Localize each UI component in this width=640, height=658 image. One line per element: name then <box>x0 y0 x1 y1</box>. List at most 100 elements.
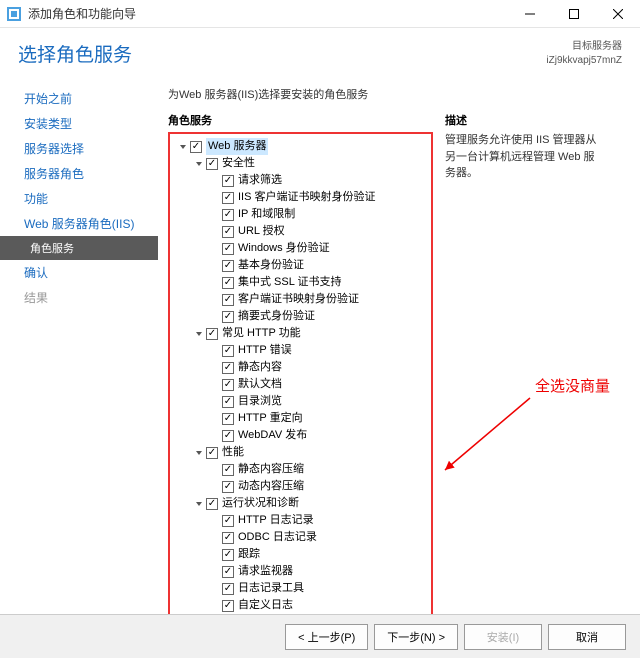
node-label: ODBC 日志记录 <box>238 529 317 546</box>
cancel-button[interactable]: 取消 <box>548 624 626 650</box>
checkbox[interactable] <box>222 430 234 442</box>
node-label: 日志记录工具 <box>238 580 304 597</box>
tree-node[interactable]: 运行状况和诊断 <box>172 495 429 512</box>
checkbox[interactable] <box>222 345 234 357</box>
tree-node[interactable]: 目录浏览 <box>172 393 429 410</box>
checkbox[interactable] <box>222 396 234 408</box>
toggle-spacer <box>210 380 220 390</box>
sidebar: 开始之前安装类型服务器选择服务器角色功能Web 服务器角色(IIS)角色服务确认… <box>0 76 158 624</box>
node-label: 请求监视器 <box>238 563 293 580</box>
sidebar-item[interactable]: 安装类型 <box>0 111 158 136</box>
toggle-spacer <box>210 533 220 543</box>
toggle-spacer <box>210 584 220 594</box>
tree-node[interactable]: 客户端证书映射身份验证 <box>172 291 429 308</box>
sidebar-item[interactable]: 开始之前 <box>0 86 158 111</box>
checkbox[interactable] <box>206 158 218 170</box>
tree-node[interactable]: 请求筛选 <box>172 172 429 189</box>
checkbox[interactable] <box>222 532 234 544</box>
tree-node[interactable]: HTTP 日志记录 <box>172 512 429 529</box>
toggle-spacer <box>210 567 220 577</box>
prev-button[interactable]: < 上一步(P) <box>285 624 368 650</box>
tree-node[interactable]: 集中式 SSL 证书支持 <box>172 274 429 291</box>
tree-node[interactable]: 请求监视器 <box>172 563 429 580</box>
collapse-icon[interactable] <box>194 159 204 169</box>
role-tree[interactable]: Web 服务器安全性请求筛选IIS 客户端证书映射身份验证IP 和域限制URL … <box>168 132 433 622</box>
node-label: HTTP 错误 <box>238 342 292 359</box>
collapse-icon[interactable] <box>178 142 188 152</box>
tree-node[interactable]: WebDAV 发布 <box>172 427 429 444</box>
checkbox[interactable] <box>222 515 234 527</box>
checkbox[interactable] <box>206 447 218 459</box>
node-label: 常见 HTTP 功能 <box>222 325 301 342</box>
tree-node[interactable]: Web 服务器 <box>172 138 429 155</box>
tree-node[interactable]: 性能 <box>172 444 429 461</box>
tree-node[interactable]: IIS 客户端证书映射身份验证 <box>172 189 429 206</box>
checkbox[interactable] <box>222 464 234 476</box>
node-label: WebDAV 发布 <box>238 427 307 444</box>
checkbox[interactable] <box>222 362 234 374</box>
checkbox[interactable] <box>222 209 234 221</box>
collapse-icon[interactable] <box>194 499 204 509</box>
checkbox[interactable] <box>222 175 234 187</box>
node-label: 目录浏览 <box>238 393 282 410</box>
checkbox[interactable] <box>222 294 234 306</box>
checkbox[interactable] <box>222 481 234 493</box>
tree-node[interactable]: 基本身份验证 <box>172 257 429 274</box>
sidebar-item[interactable]: 确认 <box>0 260 158 285</box>
checkbox[interactable] <box>206 328 218 340</box>
target-server: 目标服务器 iZj9kkvapj57mnZ <box>546 40 622 68</box>
tree-node[interactable]: 常见 HTTP 功能 <box>172 325 429 342</box>
checkbox[interactable] <box>222 600 234 612</box>
close-button[interactable] <box>596 0 640 28</box>
checkbox[interactable] <box>222 192 234 204</box>
node-label: 默认文档 <box>238 376 282 393</box>
tree-node[interactable]: 安全性 <box>172 155 429 172</box>
tree-node[interactable]: 跟踪 <box>172 546 429 563</box>
tree-node[interactable]: HTTP 错误 <box>172 342 429 359</box>
next-button[interactable]: 下一步(N) > <box>374 624 458 650</box>
tree-node[interactable]: 自定义日志 <box>172 597 429 614</box>
toggle-spacer <box>210 482 220 492</box>
node-label: HTTP 日志记录 <box>238 512 314 529</box>
tree-node[interactable]: HTTP 重定向 <box>172 410 429 427</box>
toggle-spacer <box>210 550 220 560</box>
checkbox[interactable] <box>222 413 234 425</box>
sidebar-item[interactable]: 服务器角色 <box>0 161 158 186</box>
checkbox[interactable] <box>222 260 234 272</box>
checkbox[interactable] <box>222 243 234 255</box>
maximize-button[interactable] <box>552 0 596 28</box>
collapse-icon[interactable] <box>194 448 204 458</box>
collapse-icon[interactable] <box>194 329 204 339</box>
checkbox[interactable] <box>222 549 234 561</box>
tree-node[interactable]: URL 授权 <box>172 223 429 240</box>
minimize-button[interactable] <box>508 0 552 28</box>
tree-node[interactable]: Windows 身份验证 <box>172 240 429 257</box>
sidebar-item[interactable]: 功能 <box>0 186 158 211</box>
sidebar-item[interactable]: Web 服务器角色(IIS) <box>0 211 158 236</box>
checkbox[interactable] <box>222 566 234 578</box>
footer: < 上一步(P) 下一步(N) > 安装(I) 取消 <box>0 614 640 658</box>
checkbox[interactable] <box>222 583 234 595</box>
content-description: 为Web 服务器(IIS)选择要安装的角色服务 <box>168 86 630 102</box>
node-label: 静态内容压缩 <box>238 461 304 478</box>
toggle-spacer <box>210 346 220 356</box>
toggle-spacer <box>210 295 220 305</box>
tree-node[interactable]: 默认文档 <box>172 376 429 393</box>
install-button[interactable]: 安装(I) <box>464 624 542 650</box>
checkbox[interactable] <box>190 141 202 153</box>
sidebar-item[interactable]: 服务器选择 <box>0 136 158 161</box>
checkbox[interactable] <box>206 498 218 510</box>
checkbox[interactable] <box>222 311 234 323</box>
tree-node[interactable]: 摘要式身份验证 <box>172 308 429 325</box>
tree-node[interactable]: IP 和域限制 <box>172 206 429 223</box>
tree-node[interactable]: 静态内容压缩 <box>172 461 429 478</box>
tree-node[interactable]: 动态内容压缩 <box>172 478 429 495</box>
node-label: 静态内容 <box>238 359 282 376</box>
checkbox[interactable] <box>222 379 234 391</box>
tree-node[interactable]: ODBC 日志记录 <box>172 529 429 546</box>
checkbox[interactable] <box>222 277 234 289</box>
tree-node[interactable]: 静态内容 <box>172 359 429 376</box>
sidebar-item[interactable]: 角色服务 <box>0 236 158 260</box>
checkbox[interactable] <box>222 226 234 238</box>
tree-node[interactable]: 日志记录工具 <box>172 580 429 597</box>
